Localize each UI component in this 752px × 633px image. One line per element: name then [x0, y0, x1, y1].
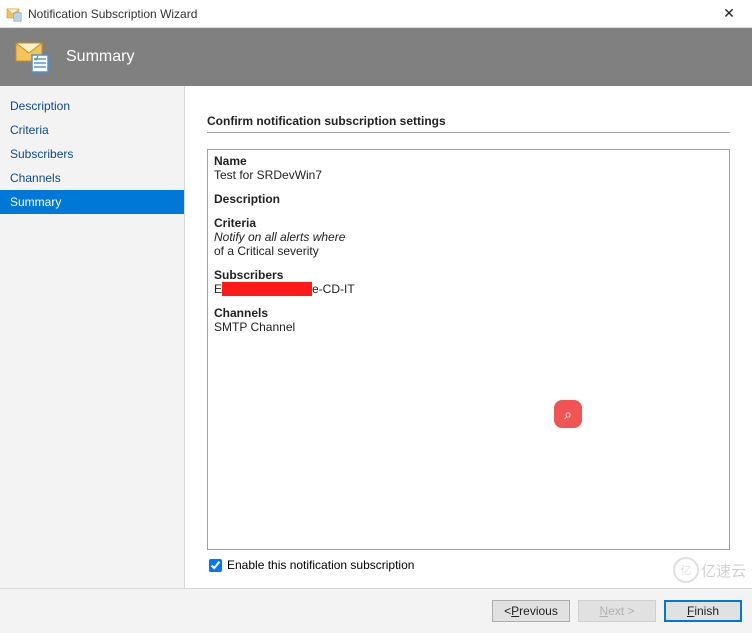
summary-criteria-line2: of a Critical severity	[214, 244, 723, 258]
title-bar: Notification Subscription Wizard ✕	[0, 0, 752, 28]
btn-hotkey: N	[599, 604, 608, 618]
sidebar-item-label: Criteria	[10, 123, 49, 137]
finish-button[interactable]: Finish	[664, 600, 742, 622]
subscriber-prefix: E	[214, 282, 222, 296]
app-icon	[6, 6, 22, 22]
wizard-header-title: Summary	[66, 48, 134, 66]
btn-text-post: ext >	[608, 604, 634, 618]
summary-channels-value: SMTP Channel	[214, 320, 723, 334]
summary-criteria-label: Criteria	[214, 216, 723, 230]
enable-subscription-label: Enable this notification subscription	[227, 558, 414, 572]
summary-channels-label: Channels	[214, 306, 723, 320]
btn-text-post: revious	[519, 604, 558, 618]
summary-subscribers-label: Subscribers	[214, 268, 723, 282]
wizard-sidebar: Description Criteria Subscribers Channel…	[0, 86, 185, 588]
btn-hotkey: P	[511, 604, 519, 618]
search-icon: ⌕	[564, 406, 572, 423]
sidebar-item-subscribers[interactable]: Subscribers	[0, 142, 184, 166]
close-button[interactable]: ✕	[708, 2, 750, 26]
summary-name-label: Name	[214, 154, 723, 168]
previous-button[interactable]: < Previous	[492, 600, 570, 622]
redacted-bar	[222, 282, 312, 296]
sidebar-item-label: Channels	[10, 171, 61, 185]
summary-name-value: Test for SRDevWin7	[214, 168, 723, 182]
sidebar-item-label: Subscribers	[10, 147, 73, 161]
summary-box[interactable]: Name Test for SRDevWin7 Description Crit…	[207, 149, 730, 550]
summary-criteria-line1: Notify on all alerts where	[214, 230, 723, 244]
wizard-footer: < Previous Next > Finish	[0, 588, 752, 633]
subscriber-suffix: e-CD-IT	[312, 282, 355, 296]
summary-subscribers-block: Subscribers E e-CD-IT	[214, 268, 723, 296]
btn-text-post: inish	[694, 604, 719, 618]
content-heading: Confirm notification subscription settin…	[207, 114, 730, 133]
summary-criteria-block: Criteria Notify on all alerts where of a…	[214, 216, 723, 258]
sidebar-item-label: Summary	[10, 195, 61, 209]
summary-description-label: Description	[214, 192, 723, 206]
sidebar-item-channels[interactable]: Channels	[0, 166, 184, 190]
summary-description-block: Description	[214, 192, 723, 206]
enable-subscription-row: Enable this notification subscription	[207, 550, 730, 582]
next-button: Next >	[578, 600, 656, 622]
sidebar-item-summary[interactable]: Summary	[0, 190, 184, 214]
summary-channels-block: Channels SMTP Channel	[214, 306, 723, 334]
close-icon: ✕	[723, 5, 735, 22]
sidebar-item-label: Description	[10, 99, 70, 113]
wizard-header-icon	[14, 41, 50, 73]
wizard-header: Summary	[0, 28, 752, 86]
magnifier-decor-icon: ⌕	[554, 400, 582, 428]
btn-text-pre: <	[504, 604, 511, 618]
summary-subscriber-value: E e-CD-IT	[214, 282, 723, 296]
enable-subscription-checkbox[interactable]	[209, 559, 222, 572]
sidebar-item-criteria[interactable]: Criteria	[0, 118, 184, 142]
wizard-body: Description Criteria Subscribers Channel…	[0, 86, 752, 588]
btn-hotkey: F	[687, 604, 694, 618]
window-title: Notification Subscription Wizard	[28, 7, 708, 21]
summary-name-block: Name Test for SRDevWin7	[214, 154, 723, 182]
sidebar-item-description[interactable]: Description	[0, 94, 184, 118]
wizard-content: Confirm notification subscription settin…	[185, 86, 752, 588]
